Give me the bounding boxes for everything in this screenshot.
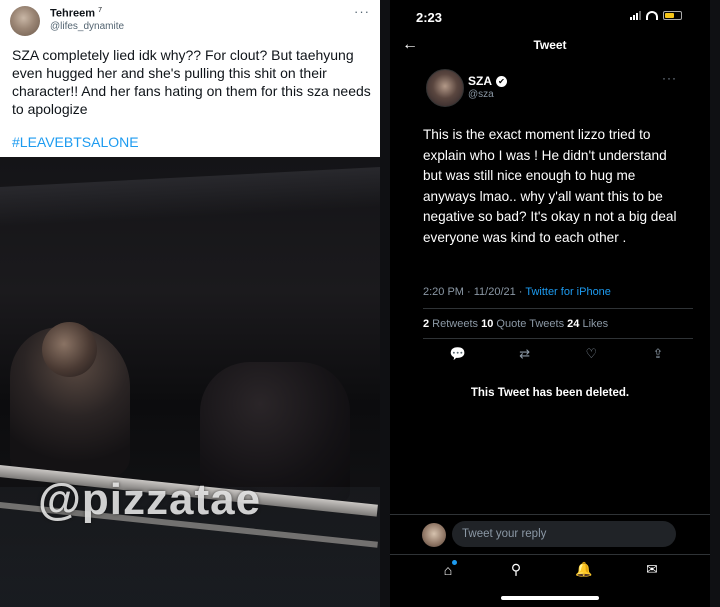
avatar[interactable] — [10, 6, 40, 36]
retweets-stat[interactable]: 2 Retweets — [423, 318, 481, 330]
search-icon[interactable]: ⚲ — [505, 561, 527, 578]
deleted-notice: This Tweet has been deleted. — [470, 387, 630, 399]
author-name[interactable]: Tehreem 7 — [50, 7, 102, 20]
status-time: 2:23 — [416, 10, 443, 25]
author-name-text: SZA — [468, 74, 492, 88]
bottom-tab-bar: ⌂ ⚲ 🔔 ✉ — [390, 554, 710, 584]
page-title: Tweet — [533, 38, 567, 52]
reply-icon[interactable]: 💬 — [448, 346, 468, 362]
reply-input[interactable] — [452, 521, 676, 547]
quotes-count: 10 — [481, 318, 494, 330]
name-suffix: 7 — [98, 7, 103, 14]
reply-bar — [390, 514, 710, 554]
messages-icon[interactable]: ✉ — [641, 561, 663, 578]
tweet-text: SZA completely lied idk why?? For clout?… — [12, 47, 371, 117]
avatar[interactable] — [422, 523, 446, 547]
home-icon[interactable]: ⌂ — [437, 559, 459, 578]
author-name-text: Tehreem — [50, 7, 96, 20]
likes-stat[interactable]: 24 Likes — [567, 318, 608, 330]
tweet-text: This is the exact moment lizzo tried to … — [423, 127, 677, 245]
battery-icon — [663, 11, 682, 20]
likes-label: Likes — [579, 318, 609, 330]
tweet-meta: 2:20 PM · 11/20/21 · Twitter for iPhone — [423, 286, 611, 298]
author-name[interactable]: SZA ✔ — [468, 74, 507, 88]
unread-dot — [452, 559, 457, 565]
status-icons — [630, 11, 682, 20]
phone-screen: 2:23 ← Tweet SZA ✔ @sza ··· This is the … — [390, 0, 710, 607]
retweets-label: Retweets — [429, 318, 482, 330]
quotes-label: Quote Tweets — [493, 318, 568, 330]
verified-badge-icon: ✔ — [496, 75, 507, 87]
video-person-head — [42, 322, 97, 377]
signal-icon — [630, 11, 641, 20]
more-options-icon[interactable]: ··· — [662, 71, 677, 85]
wifi-icon — [646, 11, 658, 20]
divider — [423, 338, 693, 339]
author-handle[interactable]: @sza — [468, 89, 494, 100]
share-icon[interactable]: ⇪ — [648, 346, 668, 362]
tweet-stats: 2 Retweets 10 Quote Tweets 24 Likes — [423, 318, 608, 330]
left-tweet-card: Tehreem 7 @lifes_dynamite ··· SZA comple… — [0, 0, 380, 607]
divider — [423, 308, 693, 309]
like-icon[interactable]: ♡ — [581, 346, 601, 362]
quotes-stat[interactable]: 10 Quote Tweets — [481, 318, 567, 330]
phone-screenshot-backdrop: 2:23 ← Tweet SZA ✔ @sza ··· This is the … — [380, 0, 720, 607]
avatar[interactable] — [426, 69, 464, 107]
notifications-icon[interactable]: 🔔 — [573, 561, 595, 578]
video-player[interactable]: @pizzatae — [0, 157, 380, 607]
likes-count: 24 — [567, 318, 580, 330]
hashtag-link[interactable]: #LEAVEBTSALONE — [12, 134, 139, 150]
tweet-source-link[interactable]: Twitter for iPhone — [525, 286, 611, 298]
more-options-icon[interactable]: ··· — [354, 4, 370, 19]
home-glyph: ⌂ — [443, 561, 453, 578]
tweet-actions: 💬 ⇄ ♡ ⇪ — [448, 346, 668, 362]
retweet-icon[interactable]: ⇄ — [515, 346, 535, 362]
home-indicator — [501, 596, 599, 600]
tweet-timestamp: 2:20 PM · 11/20/21 · — [423, 286, 526, 298]
author-handle[interactable]: @lifes_dynamite — [50, 21, 124, 32]
video-watermark: @pizzatae — [38, 475, 262, 524]
